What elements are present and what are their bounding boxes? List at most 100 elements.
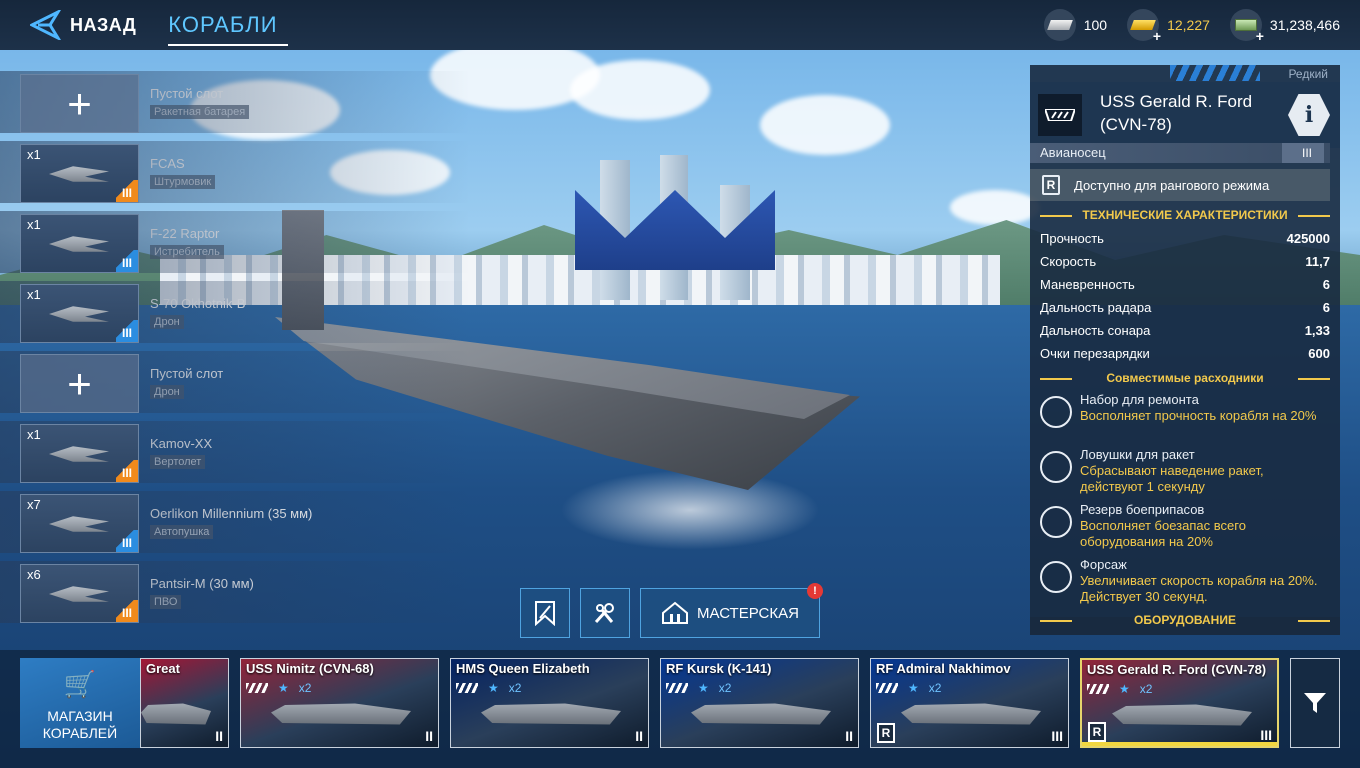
ammo-reserve-icon [1040,506,1072,538]
workshop-button[interactable]: МАСТЕРСКАЯ ! [640,583,823,638]
silver-bar-icon [1043,9,1076,41]
ship-meta: ★ x2 [876,681,941,695]
ship-shop-button[interactable]: 🛒 МАГАЗИН КОРАБЛЕЙ [20,658,140,748]
stat-row: Скорость 11,7 [1040,254,1330,269]
loadout-slot[interactable]: x1 III FCAS Штурмовик [0,135,470,205]
slot-quantity: x6 [27,567,41,582]
loadout-slot[interactable]: x1 III Kamov-XX Вертолет [0,415,470,485]
stat-value: 600 [1308,346,1330,361]
slot-quantity: x7 [27,497,41,512]
empty-slot-tile[interactable]: + [20,354,139,413]
gold-bar-icon: + [1127,9,1161,44]
star-icon: ★ [698,681,709,695]
slot-tile[interactable]: x1 III [20,214,139,273]
equipment-image [49,236,109,252]
carrier-class-icon [1038,94,1082,136]
slot-rank: III [116,180,138,202]
equipment-image [49,306,109,322]
info-button[interactable]: i [1288,94,1330,136]
bookmark-icon [535,601,555,626]
currency-gold[interactable]: + 12,227 [1127,9,1210,44]
ship-tier: II [635,728,643,744]
stat-value: 6 [1322,277,1330,292]
consumable-description: Сбрасывают наведение ракет, действуют 1 … [1080,463,1264,494]
page-title: КОРАБЛИ [168,12,288,46]
ship-name: RF Admiral Nakhimov [876,661,1011,676]
currency-silver[interactable]: 100 [1043,9,1107,41]
stat-label: Маневренность [1040,277,1135,292]
add-gold-icon[interactable]: + [1153,28,1161,44]
stat-row: Прочность 425000 [1040,231,1330,246]
loadout-slot[interactable]: x7 III Oerlikon Millennium (35 мм) Автоп… [0,485,470,555]
star-icon: ★ [278,681,289,695]
stat-value: 6 [1322,300,1330,315]
ship-card[interactable]: RF Kursk (K-141) ★ x2 II [660,658,859,748]
slot-tile[interactable]: x1 III [20,284,139,343]
rarity-label: Редкий [1288,67,1328,81]
ship-class: Авианосец [1040,145,1106,160]
equipment-image [49,586,109,602]
equipment-title: ОБОРУДОВАНИЕ [1040,613,1330,627]
slot-tile[interactable]: x6 III [20,564,139,623]
cash-icon: + [1229,9,1264,44]
consumable-description: Увеличивает скорость корабля на 20%. Дей… [1080,573,1318,604]
equipment-image [49,516,109,532]
back-label: НАЗАД [70,14,137,35]
ship-card[interactable]: HMS Queen Elizabeth ★ x2 II [450,658,649,748]
slot-tile[interactable]: x7 III [20,494,139,553]
ship-header: USS Gerald R. Ford (CVN-78) i [1030,82,1340,148]
loadout-slot[interactable]: x1 III S-70 Okhotnik-B Дрон [0,275,470,345]
ship-card[interactable]: RF Admiral Nakhimov ★ x2 R III [870,658,1069,748]
consumable-description: Восполняет боезапас всего оборудования н… [1080,518,1246,549]
customize-button[interactable] [580,588,630,638]
slot-quantity: x1 [27,287,41,302]
add-cash-icon[interactable]: + [1256,28,1264,44]
slot-quantity: x1 [27,147,41,162]
equipment-image [49,166,109,182]
slot-quantity: x1 [27,427,41,442]
ship-card[interactable]: USS Nimitz (CVN-68) ★ x2 II [240,658,439,748]
consumable-name: Форсаж [1080,557,1127,572]
ship-stars: x2 [718,681,732,695]
slot-tile[interactable]: x1 III [20,424,139,483]
specs-title: ТЕХНИЧЕСКИЕ ХАРАКТЕРИСТИКИ [1040,208,1330,222]
ship-name: Great [146,661,180,676]
ship-stars: x2 [928,681,942,695]
ranked-mode-row: R Доступно для рангового режима [1030,169,1330,201]
loadout-slot[interactable]: x1 III F-22 Raptor Истребитель [0,205,470,275]
stat-label: Очки перезарядки [1040,346,1150,361]
ship-card[interactable]: USS Gerald R. Ford (CVN-78) ★ x2 R III [1080,658,1279,748]
ship-class-icon [246,683,268,693]
ship-tier: II [845,728,853,744]
consumable-item[interactable]: Ловушки для ракет Сбрасывают наведение р… [1038,447,1338,499]
ship-card[interactable]: Great II [140,658,229,748]
consumable-item[interactable]: Резерв боеприпасов Восполняет боезапас в… [1038,502,1338,554]
workshop-label: МАСТЕРСКАЯ [697,604,799,622]
empty-slot-tile[interactable]: + [20,74,139,133]
star-icon: ★ [488,681,499,695]
bookmark-button[interactable] [520,588,570,638]
ranked-icon: R [1042,175,1060,195]
ship-meta: ★ x2 [666,681,731,695]
ship-stars: x2 [298,681,312,695]
filter-button[interactable] [1290,658,1340,748]
stat-row: Очки перезарядки 600 [1040,346,1330,361]
loadout-slot[interactable]: + Пустой слот Дрон [0,345,470,415]
ship-stars: x2 [1139,682,1153,696]
stat-label: Скорость [1040,254,1097,269]
ship-class-icon [1087,684,1109,694]
currency-cash[interactable]: + 31,238,466 [1229,9,1340,44]
back-button[interactable]: НАЗАД [28,8,137,42]
filter-icon [1304,693,1326,713]
loadout-slot[interactable]: + Пустой слот Ракетная батарея [0,65,470,135]
info-icon: i [1304,102,1314,128]
consumable-item[interactable]: Набор для ремонта Восполняет прочность к… [1038,392,1338,444]
slot-tile[interactable]: x1 III [20,144,139,203]
stat-label: Дальность сонара [1040,323,1151,338]
ranked-icon: R [877,723,895,743]
gold-amount: 12,227 [1167,17,1210,33]
consumables-title: Совместимые расходники [1040,371,1330,385]
repair-kit-icon [1040,396,1072,428]
consumable-item[interactable]: Форсаж Увеличивает скорость корабля на 2… [1038,557,1338,609]
loadout-slot[interactable]: x6 III Pantsir-M (30 мм) ПВО [0,555,470,625]
